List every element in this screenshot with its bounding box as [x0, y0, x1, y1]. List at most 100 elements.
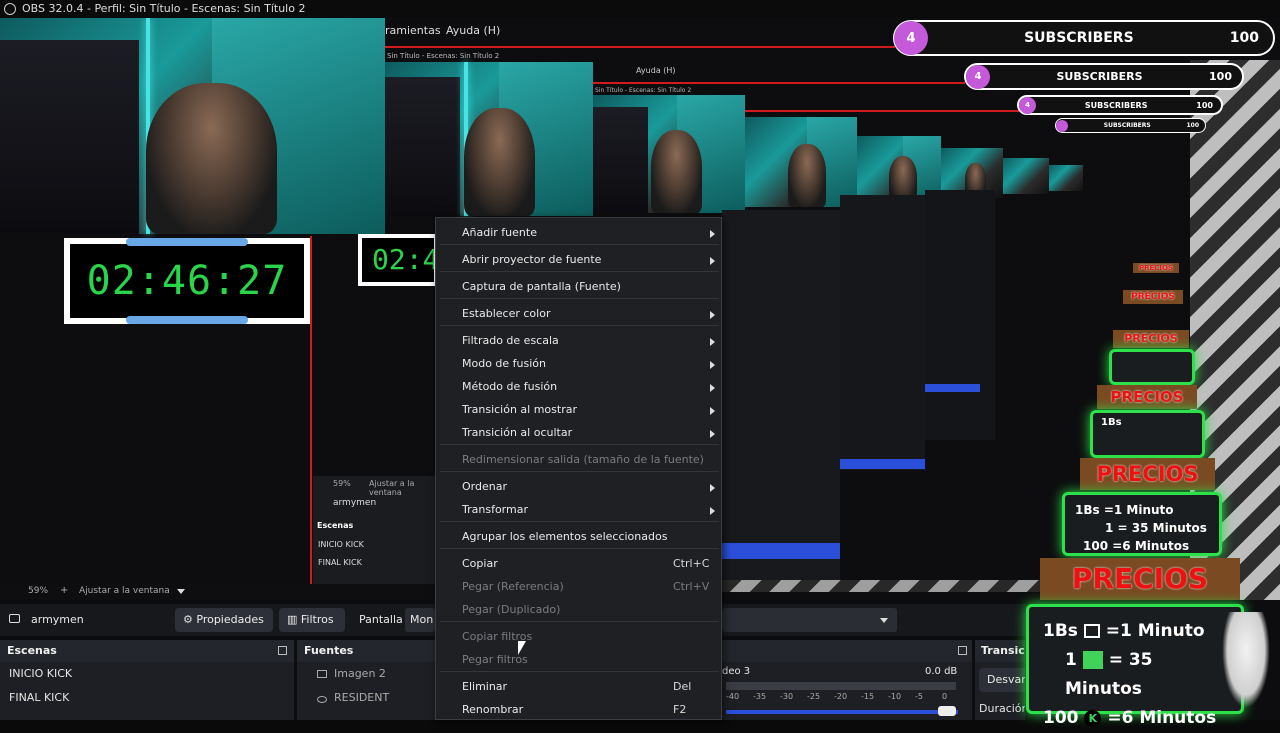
context-menu-item-label: Agrupar los elementos seleccionados [462, 530, 668, 543]
window-titlebar: OBS 32.0.4 - Perfil: Sin Título - Escena… [0, 0, 1280, 18]
eye-icon [317, 696, 327, 703]
submenu-arrow-icon [710, 384, 715, 392]
mouse-cursor-icon [518, 641, 526, 655]
context-menu-item-label: Eliminar [462, 680, 508, 693]
countdown-timer-nested: 02:4 [358, 234, 438, 286]
menu-separator [440, 521, 719, 522]
fit-window-label[interactable]: Ajustar a la ventana [79, 586, 170, 596]
context-menu-item-label: Método de fusión [462, 380, 558, 393]
undock-icon[interactable] [958, 646, 967, 655]
nested-source-name: armymen [333, 498, 377, 508]
context-menu-item-label: Captura de pantalla (Fuente) [462, 280, 621, 293]
menu-herramientas[interactable]: ramientas [385, 24, 441, 37]
context-menu-item[interactable]: Abrir proyector de fuente [462, 253, 601, 266]
context-menu-item[interactable]: Transición al ocultar [462, 426, 572, 439]
nested-zoom: 59% [333, 479, 351, 488]
precios-banner: PRECIOS [1040, 558, 1240, 600]
mixer-header [722, 640, 972, 662]
source-item[interactable]: RESIDENT [297, 686, 435, 710]
context-menu-item[interactable]: Eliminar Del [462, 680, 691, 693]
mixer-tick-label: -20 [834, 692, 848, 701]
webcam-feed-nested [1049, 165, 1083, 191]
filters-button[interactable]: ▥ Filtros [279, 608, 345, 632]
nested-fit-label: Ajustar a la ventana [369, 479, 415, 497]
subscribers-goal: 100 [1229, 30, 1259, 46]
volume-slider[interactable] [726, 710, 958, 714]
submenu-arrow-icon [710, 361, 715, 369]
audio-mixer-dock: deo 3 0.0 dB -40 -35 -30 -25 -20 -15 -10 -5 0 [722, 640, 972, 720]
nested-title: Sin Título - Escenas: Sin Título 2 [595, 87, 692, 94]
context-menu-item[interactable]: Transformar [462, 503, 528, 516]
submenu-arrow-icon [710, 230, 715, 238]
transition-select[interactable]: Desvanecimiento [979, 668, 1025, 692]
properties-button[interactable]: ⚙ Propiedades [175, 608, 273, 632]
scene-item[interactable]: INICIO KICK [0, 662, 294, 686]
context-menu-item[interactable]: Método de fusión [462, 380, 557, 393]
chevron-down-icon[interactable] [177, 589, 185, 594]
context-menu-item-label: Ordenar [462, 480, 507, 493]
selected-source-name: armymen [31, 613, 84, 626]
precios-banner: PRECIOS [1133, 263, 1179, 273]
sources-dock-title: Fuentes [297, 640, 435, 662]
subscriber-count-badge [1056, 119, 1068, 132]
transitions-title: Transiciones de escena [975, 640, 1025, 662]
gear-icon: ⚙ [183, 613, 193, 626]
mixer-tick-label: -15 [861, 692, 875, 701]
mixer-tick-label: -40 [726, 692, 740, 701]
zoom-in-button[interactable]: + [60, 585, 68, 596]
menu-separator [440, 244, 719, 245]
price-eq: =1 Minuto [1103, 503, 1174, 517]
price-eq: =6 Minutos [1107, 708, 1217, 728]
nested-obs-panel [840, 195, 925, 470]
context-menu-item[interactable]: Copiar Ctrl+C [462, 557, 709, 570]
context-menu-item[interactable]: Modo de fusión [462, 357, 546, 370]
price-qty: 1Bs [1043, 621, 1078, 641]
context-menu-item[interactable]: Filtrado de escala [462, 334, 559, 347]
duration-label: Duración [979, 702, 1025, 715]
context-menu-item[interactable]: Añadir fuente [462, 226, 537, 239]
source-item-label: RESIDENT [334, 691, 390, 704]
nested-obs-panel [722, 210, 840, 580]
guide-line [310, 236, 312, 586]
volume-slider-handle[interactable] [938, 706, 956, 716]
mixer-tick-label: -5 [915, 692, 923, 701]
menu-separator [440, 621, 719, 622]
submenu-arrow-icon [710, 407, 715, 415]
context-menu-item[interactable]: Establecer color [462, 307, 550, 320]
context-menu-item-label: Añadir fuente [462, 226, 537, 239]
rabbit-mascot [1222, 612, 1270, 708]
price-qty: 1 [1105, 521, 1114, 535]
sources-dock: Fuentes Imagen 2 RESIDENT [297, 640, 435, 720]
scenes-dock: Escenas INICIO KICK FINAL KICK [0, 640, 294, 720]
price-eq: =1 Minuto [1105, 621, 1205, 641]
mixer-tick-label: -10 [888, 692, 902, 701]
menu-ayuda[interactable]: Ayuda (H) [446, 24, 500, 37]
screen-select[interactable]: Mon [405, 608, 435, 632]
price-box-nested: 1Bs [1090, 410, 1205, 458]
filters-label: Filtros [300, 613, 334, 626]
scene-item[interactable]: FINAL KICK [0, 686, 294, 710]
context-menu-item-label: Establecer color [462, 307, 551, 320]
nested-title: Sin Título - Escenas: Sin Título 2 [387, 52, 500, 60]
chevron-down-icon [880, 618, 888, 623]
context-menu-item[interactable]: Captura de pantalla (Fuente) [462, 280, 621, 293]
menu-separator [440, 271, 719, 272]
source-context-menu: Añadir fuente Abrir proyector de fuente Ca… [435, 217, 722, 720]
context-menu-item[interactable]: Agrupar los elementos seleccionados [462, 530, 667, 543]
screen-value: Mon [410, 613, 434, 626]
zoom-level[interactable]: 59% [28, 586, 48, 596]
timer-value: 02:46:27 [70, 244, 304, 318]
price-qty: 100 [1083, 539, 1109, 553]
subscribers-goal-bar-nested: SUBSCRIBERS 100 [1055, 118, 1206, 133]
kick-icon: K [1084, 709, 1102, 727]
price-qty: 100 [1043, 708, 1079, 728]
context-menu-item[interactable]: Ordenar [462, 480, 507, 493]
undock-icon[interactable] [278, 646, 287, 655]
context-menu-item[interactable]: Transición al mostrar [462, 403, 577, 416]
submenu-arrow-icon [710, 338, 715, 346]
screen-select-continued[interactable] [722, 608, 897, 632]
context-menu-item: Redimensionar salida (tamaño de la fuent… [462, 453, 704, 466]
webcam-feed-nested [745, 117, 857, 207]
context-menu-item[interactable]: Renombrar F2 [462, 703, 686, 716]
source-item[interactable]: Imagen 2 [297, 662, 435, 686]
